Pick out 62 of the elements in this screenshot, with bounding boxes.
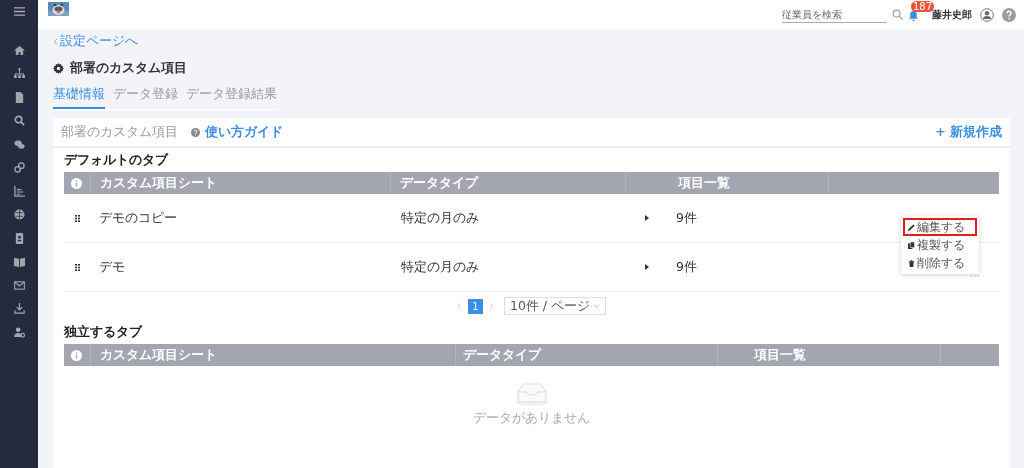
bell-icon[interactable]	[908, 10, 919, 21]
column-header: データタイプ	[463, 346, 541, 364]
table-cell: 特定の月のみ	[401, 209, 479, 227]
empty-inbox-icon	[513, 382, 550, 406]
info-icon	[71, 349, 82, 361]
chevron-left-icon	[53, 38, 58, 45]
avatar-icon[interactable]	[980, 7, 994, 22]
contact-book-icon[interactable]	[13, 232, 25, 244]
link-icon[interactable]	[13, 162, 25, 173]
section-title: デフォルトのタブ	[64, 152, 170, 169]
info-icon	[71, 177, 82, 189]
search-icon[interactable]	[892, 9, 903, 20]
download-icon[interactable]	[13, 303, 25, 314]
page-size-select[interactable]: 10件 / ページ	[503, 297, 607, 315]
book-icon[interactable]	[13, 256, 25, 267]
drag-handle-icon[interactable]	[75, 214, 80, 222]
document-icon[interactable]	[13, 91, 25, 103]
page-title: 部署のカスタム項目	[70, 60, 187, 77]
search-field[interactable]: 従業員を検索	[782, 6, 887, 23]
column-header: カスタム項目シート	[100, 174, 217, 192]
mail-icon[interactable]	[13, 279, 25, 291]
expand-arrow-icon[interactable]	[645, 215, 649, 221]
menu-item[interactable]: 削除する	[903, 254, 977, 272]
menu-icon[interactable]	[13, 6, 25, 17]
tab[interactable]: データ登録結果	[186, 86, 277, 109]
help-icon[interactable]	[1002, 7, 1016, 22]
column-header: カスタム項目シート	[100, 346, 217, 364]
empty-message: データがありません	[473, 410, 590, 427]
copy-icon	[908, 241, 915, 249]
page-button[interactable]: 1	[467, 298, 483, 314]
search-icon[interactable]	[13, 115, 25, 126]
column-header: 項目一覧	[678, 174, 730, 192]
chat-icon[interactable]	[13, 138, 25, 150]
column-header: 項目一覧	[754, 346, 806, 364]
tab[interactable]: データ登録	[113, 86, 178, 109]
drag-handle-icon[interactable]	[75, 263, 80, 271]
table-cell: 9件	[676, 209, 697, 227]
guide-link[interactable]: 使い方ガイド	[205, 123, 283, 141]
hierarchy-icon[interactable]	[13, 68, 25, 79]
home-icon[interactable]	[13, 44, 25, 56]
new-link[interactable]: + 新規作成	[935, 123, 1002, 141]
section-title: 独立するタブ	[64, 324, 144, 341]
user-settings-icon[interactable]	[13, 326, 25, 338]
trash-icon	[908, 259, 915, 267]
table-cell: 特定の月のみ	[401, 258, 479, 276]
user-name: 藤井史郎	[932, 8, 972, 22]
globe-icon[interactable]	[13, 209, 25, 220]
tab[interactable]: 基礎情報	[53, 86, 105, 109]
chevron-down-icon	[593, 304, 601, 308]
gear-icon	[53, 63, 64, 74]
help-icon	[191, 127, 200, 137]
expand-arrow-icon[interactable]	[645, 264, 649, 270]
table-cell: デモ	[99, 258, 125, 276]
back-link[interactable]: 設定ページへ	[53, 33, 1010, 50]
table-cell: 9件	[676, 258, 697, 276]
table-cell: デモのコピー	[99, 209, 177, 227]
card-title: 部署のカスタム項目	[61, 123, 178, 141]
menu-item[interactable]: 編集する	[903, 218, 977, 236]
menu-item[interactable]: 複製する	[903, 236, 977, 254]
pencil-icon	[908, 223, 915, 231]
column-header: データタイプ	[400, 174, 478, 192]
chart-icon[interactable]	[13, 185, 25, 197]
